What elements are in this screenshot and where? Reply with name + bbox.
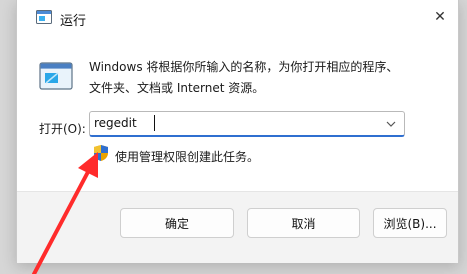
description-line-2: 文件夹、文档或 Internet 资源。 <box>89 81 265 95</box>
ok-button[interactable]: 确定 <box>120 208 234 238</box>
admin-note: 使用管理权限创建此任务。 <box>115 150 260 164</box>
description: Windows 将根据你所输入的名称，为你打开相应的程序、 文件夹、文档或 In… <box>89 57 429 99</box>
open-combobox[interactable] <box>89 111 405 137</box>
browse-button[interactable]: 浏览(B)... <box>373 208 447 238</box>
button-bar: 确定 取消 浏览(B)... <box>17 191 458 263</box>
close-icon: ✕ <box>434 9 446 25</box>
open-label: 打开(O): <box>39 122 86 136</box>
uac-shield-icon <box>93 144 109 162</box>
title-bar: 运行 ✕ <box>17 0 458 34</box>
run-dialog: 运行 ✕ Windows 将根据你所输入的名称，为你打开相应的程序、 文件夹、文… <box>16 0 459 263</box>
close-button[interactable]: ✕ <box>426 4 454 30</box>
run-app-icon <box>36 10 52 24</box>
chevron-down-icon[interactable] <box>382 115 400 133</box>
description-line-1: Windows 将根据你所输入的名称，为你打开相应的程序、 <box>89 60 399 74</box>
window-title: 运行 <box>60 14 87 29</box>
text-caret <box>154 115 155 131</box>
run-window-icon <box>39 61 73 91</box>
open-input[interactable] <box>90 112 384 134</box>
cancel-button[interactable]: 取消 <box>247 208 360 238</box>
